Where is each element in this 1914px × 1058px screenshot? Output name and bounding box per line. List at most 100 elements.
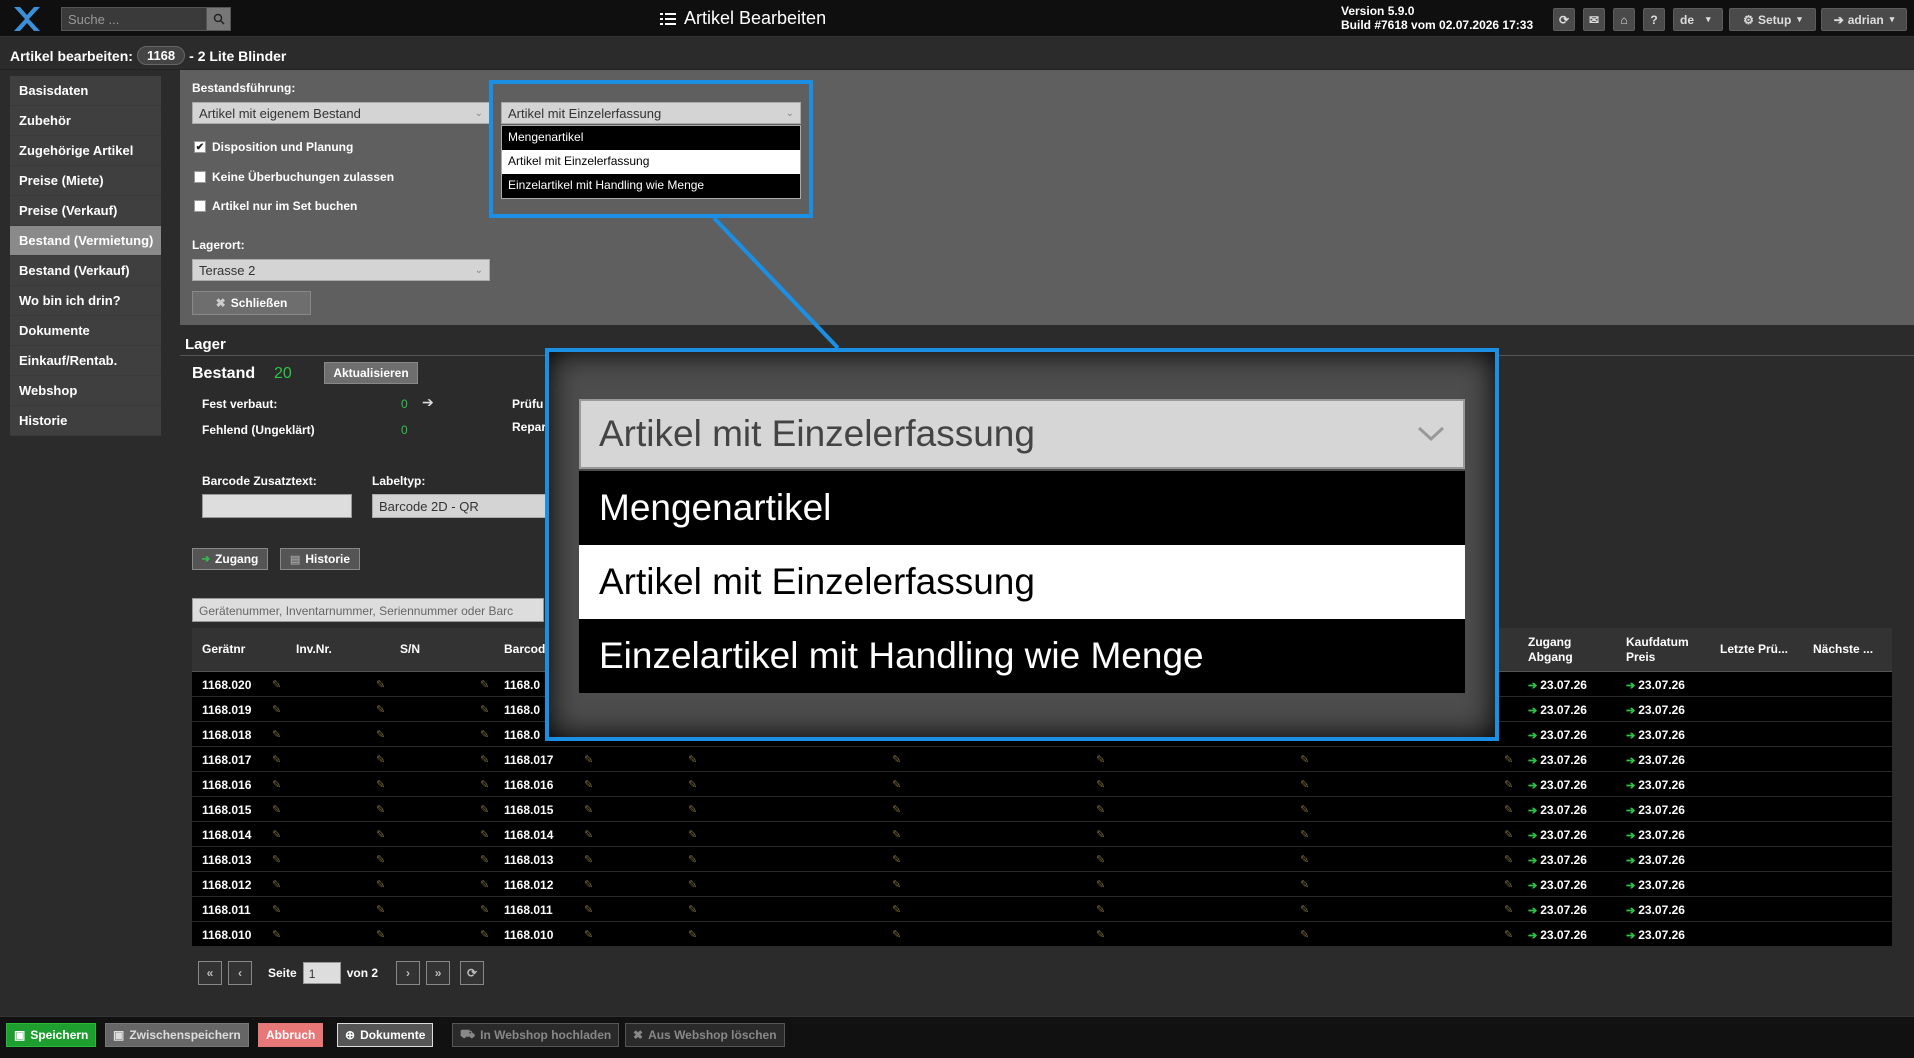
sidebar-item-einkauf[interactable]: Einkauf/Rentab.: [10, 346, 161, 376]
pencil-icon[interactable]: ✎: [376, 853, 385, 866]
pencil-icon[interactable]: ✎: [1504, 878, 1513, 891]
dispo-checkbox[interactable]: ✔ Disposition und Planung: [194, 140, 353, 154]
pencil-icon[interactable]: ✎: [272, 778, 281, 791]
pencil-icon[interactable]: ✎: [1096, 928, 1105, 941]
pencil-icon[interactable]: ✎: [376, 778, 385, 791]
pencil-icon[interactable]: ✎: [480, 778, 489, 791]
pencil-icon[interactable]: ✎: [480, 753, 489, 766]
pencil-icon[interactable]: ✎: [688, 903, 697, 916]
sidebar-item-basisdaten[interactable]: Basisdaten: [10, 76, 161, 106]
pencil-icon[interactable]: ✎: [1096, 853, 1105, 866]
pencil-icon[interactable]: ✎: [272, 878, 281, 891]
pencil-icon[interactable]: ✎: [1300, 903, 1309, 916]
pencil-icon[interactable]: ✎: [376, 828, 385, 841]
help-button[interactable]: ?: [1643, 8, 1665, 31]
pencil-icon[interactable]: ✎: [480, 678, 489, 691]
pencil-icon[interactable]: ✎: [688, 778, 697, 791]
col-geraetnr[interactable]: Gerätnr: [202, 642, 245, 657]
zugang-button[interactable]: ➔ Zugang: [192, 548, 268, 570]
sidebar-item-preise-verkauf[interactable]: Preise (Verkauf): [10, 196, 161, 226]
table-row[interactable]: 1168.010 1168.010 ✎ ✎ ✎ ✎ ✎ ✎ ✎ ✎ ✎ ➔ 23.07.26 ➔ 23.07…: [192, 922, 1892, 947]
keine-ueberbuchungen-checkbox[interactable]: Keine Überbuchungen zulassen: [194, 170, 394, 184]
refresh-button[interactable]: ⟳: [1553, 8, 1575, 31]
pencil-icon[interactable]: ✎: [1300, 828, 1309, 841]
pencil-icon[interactable]: ✎: [480, 703, 489, 716]
col-kaufdatum-preis[interactable]: Kaufdatum Preis: [1626, 635, 1689, 665]
col-zugang-abgang[interactable]: Zugang Abgang: [1528, 635, 1573, 665]
pencil-icon[interactable]: ✎: [480, 803, 489, 816]
filter-input[interactable]: Gerätenummer, Inventarnummer, Seriennumm…: [192, 598, 544, 622]
zwischenspeichern-button[interactable]: ▣ Zwischenspeichern: [105, 1023, 249, 1047]
dokumente-button[interactable]: ⊕ Dokumente: [337, 1023, 434, 1047]
pencil-icon[interactable]: ✎: [272, 703, 281, 716]
pencil-icon[interactable]: ✎: [688, 928, 697, 941]
pencil-icon[interactable]: ✎: [1096, 878, 1105, 891]
first-page-button[interactable]: «: [198, 961, 222, 985]
last-page-button[interactable]: »: [426, 961, 451, 985]
pencil-icon[interactable]: ✎: [1504, 803, 1513, 816]
prev-page-button[interactable]: ‹: [228, 961, 252, 985]
sidebar-item-historie[interactable]: Historie: [10, 406, 161, 436]
pencil-icon[interactable]: ✎: [1096, 903, 1105, 916]
pencil-icon[interactable]: ✎: [1300, 878, 1309, 891]
pencil-icon[interactable]: ✎: [892, 828, 901, 841]
pencil-icon[interactable]: ✎: [376, 703, 385, 716]
historie-button[interactable]: ▤ Historie: [280, 548, 360, 570]
sidebar-item-wo-bin-ich-drin[interactable]: Wo bin ich drin?: [10, 286, 161, 316]
table-row[interactable]: 1168.013 1168.013 ✎ ✎ ✎ ✎ ✎ ✎ ✎ ✎ ✎ ➔ 23.07.26 ➔ 23.07…: [192, 847, 1892, 872]
page-input[interactable]: 1: [302, 962, 341, 984]
logo-icon[interactable]: [12, 4, 42, 34]
labeltyp-select[interactable]: Barcode 2D - QR: [372, 494, 552, 518]
pencil-icon[interactable]: ✎: [584, 828, 593, 841]
pencil-icon[interactable]: ✎: [272, 853, 281, 866]
pencil-icon[interactable]: ✎: [272, 728, 281, 741]
pencil-icon[interactable]: ✎: [892, 928, 901, 941]
pencil-icon[interactable]: ✎: [480, 828, 489, 841]
col-letzte-pruefung[interactable]: Letzte Prü...: [1720, 642, 1788, 657]
pencil-icon[interactable]: ✎: [584, 903, 593, 916]
pencil-icon[interactable]: ✎: [584, 878, 593, 891]
sidebar-item-zubehoer[interactable]: Zubehör: [10, 106, 161, 136]
aktualisieren-button[interactable]: Aktualisieren: [324, 362, 418, 384]
speichern-button[interactable]: ▣ Speichern: [6, 1023, 97, 1047]
pencil-icon[interactable]: ✎: [480, 878, 489, 891]
mail-button[interactable]: ✉: [1583, 8, 1605, 31]
pencil-icon[interactable]: ✎: [892, 903, 901, 916]
pencil-icon[interactable]: ✎: [376, 878, 385, 891]
pencil-icon[interactable]: ✎: [272, 678, 281, 691]
setup-button[interactable]: ⚙ Setup ▾: [1729, 8, 1816, 31]
table-row[interactable]: 1168.017 1168.017 ✎ ✎ ✎ ✎ ✎ ✎ ✎ ✎ ✎ ➔ 23.07.26 ➔ 23.07…: [192, 747, 1892, 772]
pencil-icon[interactable]: ✎: [272, 753, 281, 766]
pencil-icon[interactable]: ✎: [1504, 853, 1513, 866]
pencil-icon[interactable]: ✎: [584, 753, 593, 766]
col-invnr[interactable]: Inv.Nr.: [296, 642, 332, 657]
reload-button[interactable]: ⟳: [460, 961, 485, 985]
table-row[interactable]: 1168.014 1168.014 ✎ ✎ ✎ ✎ ✎ ✎ ✎ ✎ ✎ ➔ 23.07.26 ➔ 23.07…: [192, 822, 1892, 847]
language-select[interactable]: de ▾: [1673, 8, 1723, 31]
arrow-in-icon[interactable]: ➔: [422, 394, 434, 411]
pencil-icon[interactable]: ✎: [688, 803, 697, 816]
webshop-loeschen-button[interactable]: ✖ Aus Webshop löschen: [625, 1023, 785, 1047]
lagerort-select[interactable]: Terasse 2 ⌄: [192, 259, 490, 281]
pencil-icon[interactable]: ✎: [1300, 778, 1309, 791]
pencil-icon[interactable]: ✎: [376, 903, 385, 916]
bestandsfuehrung-select[interactable]: Artikel mit eigenem Bestand ⌄: [192, 102, 490, 124]
schliessen-button[interactable]: ✖ Schließen: [192, 291, 311, 315]
sidebar-item-bestand-verkauf[interactable]: Bestand (Verkauf): [10, 256, 161, 286]
pencil-icon[interactable]: ✎: [272, 928, 281, 941]
col-sn[interactable]: S/N: [400, 642, 420, 657]
sidebar-item-webshop[interactable]: Webshop: [10, 376, 161, 406]
sidebar-item-preise-miete[interactable]: Preise (Miete): [10, 166, 161, 196]
pencil-icon[interactable]: ✎: [1504, 903, 1513, 916]
pencil-icon[interactable]: ✎: [480, 853, 489, 866]
table-row[interactable]: 1168.016 1168.016 ✎ ✎ ✎ ✎ ✎ ✎ ✎ ✎ ✎ ➔ 23.07.26 ➔ 23.07…: [192, 772, 1892, 797]
pencil-icon[interactable]: ✎: [1300, 803, 1309, 816]
pencil-icon[interactable]: ✎: [892, 778, 901, 791]
pencil-icon[interactable]: ✎: [480, 928, 489, 941]
pencil-icon[interactable]: ✎: [1300, 753, 1309, 766]
pencil-icon[interactable]: ✎: [1096, 753, 1105, 766]
nur-im-set-checkbox[interactable]: Artikel nur im Set buchen: [194, 199, 357, 213]
pencil-icon[interactable]: ✎: [1504, 778, 1513, 791]
table-row[interactable]: 1168.015 1168.015 ✎ ✎ ✎ ✎ ✎ ✎ ✎ ✎ ✎ ➔ 23.07.26 ➔ 23.07…: [192, 797, 1892, 822]
pencil-icon[interactable]: ✎: [892, 878, 901, 891]
